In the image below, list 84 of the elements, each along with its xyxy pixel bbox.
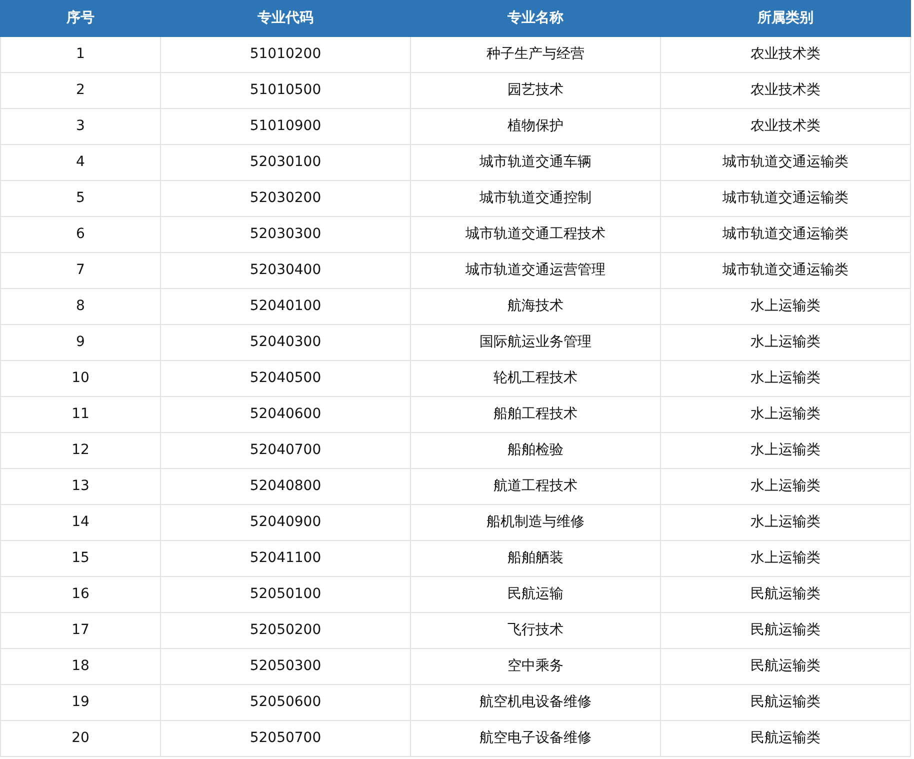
table-cell: 水上运输类 <box>660 432 910 468</box>
table-cell: 9 <box>0 324 160 360</box>
table-cell: 水上运输类 <box>660 468 910 504</box>
column-header: 所属类别 <box>660 0 910 36</box>
table-cell: 12 <box>0 432 160 468</box>
table-cell: 园艺技术 <box>410 72 660 108</box>
table-cell: 7 <box>0 252 160 288</box>
table-cell: 3 <box>0 108 160 144</box>
table-cell: 种子生产与经营 <box>410 36 660 72</box>
table-cell: 52040100 <box>160 288 410 324</box>
table-cell: 城市轨道交通控制 <box>410 180 660 216</box>
table-cell: 52050300 <box>160 648 410 684</box>
table-cell: 20 <box>0 720 160 756</box>
table-cell: 船机制造与维修 <box>410 504 660 540</box>
table-cell: 城市轨道交通运输类 <box>660 252 910 288</box>
column-header: 专业名称 <box>410 0 660 36</box>
table-cell: 52040700 <box>160 432 410 468</box>
table-cell: 植物保护 <box>410 108 660 144</box>
table-cell: 轮机工程技术 <box>410 360 660 396</box>
table-cell: 4 <box>0 144 160 180</box>
table-cell: 农业技术类 <box>660 72 910 108</box>
table-cell: 水上运输类 <box>660 540 910 576</box>
column-header: 序号 <box>0 0 160 36</box>
table-cell: 52050700 <box>160 720 410 756</box>
table-cell: 19 <box>0 684 160 720</box>
table-cell: 16 <box>0 576 160 612</box>
table-cell: 6 <box>0 216 160 252</box>
table-cell: 航海技术 <box>410 288 660 324</box>
table-cell: 52040600 <box>160 396 410 432</box>
table-cell: 农业技术类 <box>660 108 910 144</box>
table-cell: 船舶检验 <box>410 432 660 468</box>
table-cell: 城市轨道交通运营管理 <box>410 252 660 288</box>
table-cell: 1 <box>0 36 160 72</box>
table-cell: 农业技术类 <box>660 36 910 72</box>
table-cell: 52040800 <box>160 468 410 504</box>
table-cell: 11 <box>0 396 160 432</box>
table-cell: 水上运输类 <box>660 324 910 360</box>
table-cell: 2 <box>0 72 160 108</box>
table-cell: 民航运输类 <box>660 648 910 684</box>
table-cell: 52041100 <box>160 540 410 576</box>
table-cell: 18 <box>0 648 160 684</box>
table-cell: 水上运输类 <box>660 288 910 324</box>
table-cell: 民航运输 <box>410 576 660 612</box>
table-cell: 船舶舾装 <box>410 540 660 576</box>
table-cell: 52040300 <box>160 324 410 360</box>
table-cell: 城市轨道交通车辆 <box>410 144 660 180</box>
table-cell: 52050200 <box>160 612 410 648</box>
table-cell: 飞行技术 <box>410 612 660 648</box>
table-cell: 51010500 <box>160 72 410 108</box>
table-cell: 52040500 <box>160 360 410 396</box>
table-cell: 52050600 <box>160 684 410 720</box>
table-cell: 城市轨道交通运输类 <box>660 180 910 216</box>
table-cell: 15 <box>0 540 160 576</box>
table-cell: 民航运输类 <box>660 684 910 720</box>
table-cell: 17 <box>0 612 160 648</box>
table-cell: 民航运输类 <box>660 720 910 756</box>
table-cell: 8 <box>0 288 160 324</box>
table-cell: 城市轨道交通工程技术 <box>410 216 660 252</box>
table-cell: 民航运输类 <box>660 576 910 612</box>
table-cell: 船舶工程技术 <box>410 396 660 432</box>
table-cell: 空中乘务 <box>410 648 660 684</box>
table-cell: 52030100 <box>160 144 410 180</box>
table-cell: 水上运输类 <box>660 504 910 540</box>
table-cell: 51010900 <box>160 108 410 144</box>
table-cell: 13 <box>0 468 160 504</box>
table-cell: 航空机电设备维修 <box>410 684 660 720</box>
table-cell: 52030300 <box>160 216 410 252</box>
table-cell: 14 <box>0 504 160 540</box>
table-cell: 水上运输类 <box>660 360 910 396</box>
table-cell: 航空电子设备维修 <box>410 720 660 756</box>
table-cell: 城市轨道交通运输类 <box>660 144 910 180</box>
table-cell: 水上运输类 <box>660 396 910 432</box>
table-cell: 5 <box>0 180 160 216</box>
column-header: 专业代码 <box>160 0 410 36</box>
table-cell: 民航运输类 <box>660 612 910 648</box>
table-cell: 52050100 <box>160 576 410 612</box>
table-cell: 52030200 <box>160 180 410 216</box>
table-cell: 10 <box>0 360 160 396</box>
table-cell: 51010200 <box>160 36 410 72</box>
table-cell: 城市轨道交通运输类 <box>660 216 910 252</box>
table-cell: 国际航运业务管理 <box>410 324 660 360</box>
table-cell: 52030400 <box>160 252 410 288</box>
table-cell: 航道工程技术 <box>410 468 660 504</box>
table-cell: 52040900 <box>160 504 410 540</box>
